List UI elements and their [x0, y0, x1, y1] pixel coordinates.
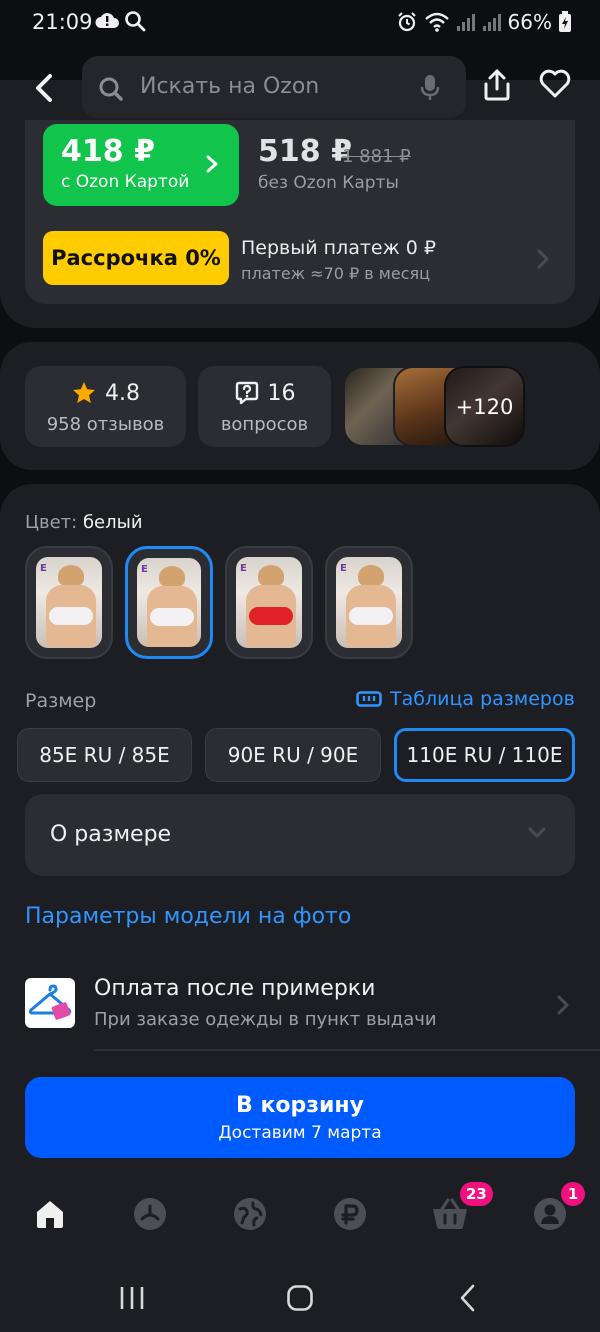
recent-apps-button[interactable] — [112, 1280, 152, 1316]
chevron-right-icon — [206, 155, 218, 173]
ozon-card-label: с Ozon Картой — [61, 172, 190, 192]
home-system-icon — [287, 1285, 313, 1311]
add-to-cart-button[interactable]: В корзину Доставим 7 марта — [25, 1077, 575, 1158]
nav-fresh[interactable] — [130, 1194, 170, 1234]
profile-badge: 1 — [561, 1182, 585, 1206]
ozon-card-price-button[interactable]: 418 ₽ с Ozon Картой — [43, 124, 239, 206]
questions-tile[interactable]: 16 вопросов — [198, 366, 331, 447]
installment-badge[interactable]: Рассрочка 0% — [43, 231, 229, 285]
back-system-button[interactable] — [448, 1280, 488, 1316]
chevron-right-icon[interactable] — [556, 994, 570, 1016]
installment-subtitle: платеж ≈70 ₽ в месяц — [241, 264, 431, 283]
size-option-90e[interactable]: 90E RU / 90E — [205, 728, 381, 782]
cloud-alert-icon — [95, 13, 119, 28]
signal-icon-2 — [482, 14, 501, 31]
brand-tag-icon: E — [141, 564, 148, 575]
home-icon — [37, 1201, 63, 1228]
battery-percent: 66% — [507, 10, 552, 34]
about-size-label: О размере — [50, 822, 172, 847]
size-table-link-label: Таблица размеров — [390, 688, 575, 710]
chevron-left-icon — [36, 74, 52, 102]
search-status-icon — [125, 11, 146, 32]
status-time: 21:09 — [32, 10, 93, 34]
color-label-text: Цвет: — [25, 512, 78, 533]
share-icon — [484, 69, 510, 101]
installment-title[interactable]: Первый платеж 0 ₽ — [241, 237, 436, 259]
status-right: 66% — [396, 10, 572, 34]
globe-icon — [234, 1198, 266, 1230]
alarm-icon — [397, 12, 416, 32]
customer-photos[interactable]: +120 — [343, 366, 527, 447]
swatch-image: E — [336, 557, 402, 648]
size-option-110e[interactable]: 110E RU / 110E — [394, 728, 575, 782]
chevron-down-icon — [528, 827, 546, 838]
bottom-nav: 23 1 — [0, 1170, 600, 1260]
chevron-right-icon[interactable] — [536, 248, 550, 270]
back-system-icon — [460, 1284, 475, 1312]
more-photos-count[interactable]: +120 — [444, 366, 525, 447]
hanger-icon — [25, 978, 75, 1028]
top-bar: Искать на Ozon — [0, 54, 600, 120]
nav-finance[interactable] — [330, 1194, 370, 1234]
profile-icon — [534, 1198, 566, 1230]
add-to-cart-label: В корзину — [236, 1093, 364, 1118]
fitting-title[interactable]: Оплата после примерки — [94, 976, 375, 1001]
color-swatch-white-3[interactable]: E — [325, 546, 413, 659]
favorite-button[interactable] — [538, 68, 576, 108]
status-bar: 21:09 66% — [0, 0, 600, 44]
question-bubble-icon — [235, 381, 258, 405]
brand-tag-icon: E — [240, 563, 247, 574]
delivery-date: Доставим 7 марта — [218, 1123, 382, 1143]
ruler-icon — [356, 691, 382, 707]
microphone-icon[interactable] — [420, 74, 440, 102]
regular-price-label: без Ozon Карты — [258, 173, 399, 193]
home-system-button[interactable] — [280, 1280, 320, 1316]
signal-icon-1 — [456, 14, 475, 31]
color-swatch-white-1[interactable]: E — [25, 546, 113, 659]
size-label: Размер — [25, 690, 97, 712]
divider — [94, 1049, 600, 1051]
reviews-count: 958 отзывов — [46, 414, 165, 435]
brand-tag-icon: E — [340, 563, 347, 574]
fitting-subtitle: При заказе одежды в пункт выдачи — [94, 1009, 437, 1030]
back-button[interactable] — [24, 68, 64, 108]
nav-home[interactable] — [30, 1194, 70, 1234]
size-table-link[interactable]: Таблица размеров — [356, 688, 575, 710]
questions-label: вопросов — [220, 414, 309, 435]
rating-tile[interactable]: 4.8 958 отзывов — [25, 366, 186, 447]
color-value: белый — [82, 512, 143, 533]
model-params-link[interactable]: Параметры модели на фото — [25, 904, 351, 929]
star-icon — [73, 382, 95, 403]
battery-icon — [559, 11, 571, 32]
rating-row: 4.8 — [25, 380, 186, 406]
color-swatch-red[interactable]: E — [225, 546, 313, 659]
system-nav — [0, 1262, 600, 1332]
wifi-icon — [424, 12, 449, 32]
search-icon — [99, 77, 123, 101]
share-button[interactable] — [482, 68, 518, 108]
heart-icon — [539, 69, 571, 98]
status-left-icons — [94, 10, 146, 32]
rating-value: 4.8 — [105, 380, 140, 406]
old-price: 1 881 ₽ — [342, 146, 411, 167]
swatch-image: E — [236, 557, 302, 648]
search-placeholder: Искать на Ozon — [140, 74, 320, 99]
questions-count: 16 — [267, 380, 296, 406]
fresh-icon — [134, 1198, 166, 1230]
search-input[interactable]: Искать на Ozon — [82, 56, 466, 118]
regular-price: 518 ₽ — [258, 134, 352, 169]
brand-tag-icon: E — [40, 563, 47, 574]
color-swatch-white-2[interactable]: E — [125, 546, 213, 659]
about-size-dropdown[interactable]: О размере — [25, 794, 575, 876]
swatch-image: E — [36, 557, 102, 648]
ozon-card-price: 418 ₽ — [61, 134, 155, 169]
nav-global[interactable] — [230, 1194, 270, 1234]
size-option-85e[interactable]: 85E RU / 85E — [17, 728, 192, 782]
color-label: Цвет: белый — [25, 512, 143, 533]
swatch-image: E — [137, 558, 201, 647]
cart-badge: 23 — [460, 1182, 493, 1206]
questions-row: 16 — [198, 380, 331, 406]
recent-apps-icon — [120, 1287, 144, 1309]
ruble-icon — [334, 1198, 366, 1230]
